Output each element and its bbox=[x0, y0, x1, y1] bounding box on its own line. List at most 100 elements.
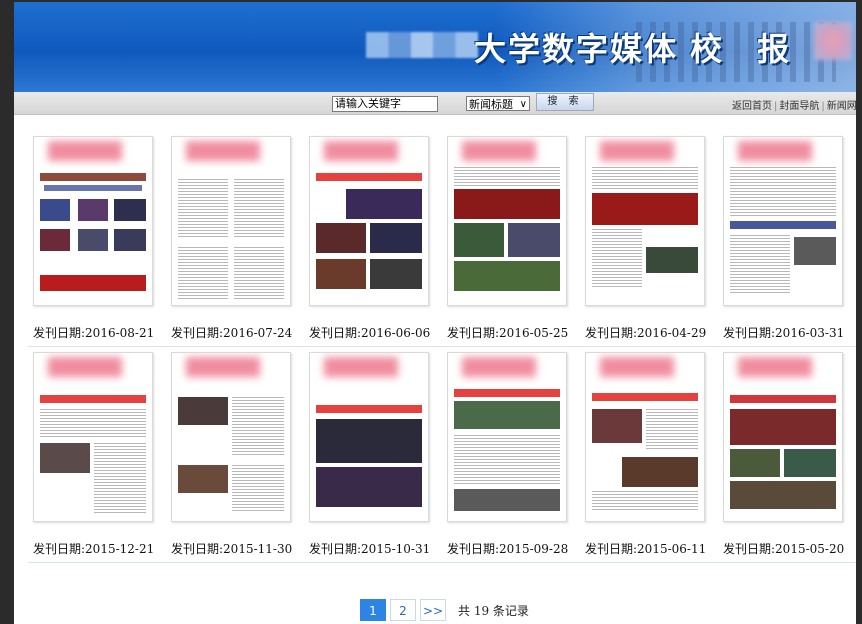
issue-date[interactable]: 发刊日期:2015-12-21 bbox=[33, 540, 171, 557]
issue-thumbnail[interactable] bbox=[723, 352, 843, 522]
news-photo bbox=[454, 261, 560, 291]
search-field-select[interactable]: 新闻标题 ∨ bbox=[466, 96, 530, 111]
search-button[interactable]: 搜 索 bbox=[536, 93, 594, 111]
news-photo bbox=[78, 199, 108, 221]
search-toolbar: 请输入关键字 新闻标题 ∨ 搜 索 返回首页 | 封面导航 | 新闻网 bbox=[14, 92, 856, 115]
text-column bbox=[178, 247, 228, 299]
news-photo bbox=[316, 223, 366, 253]
issue-thumbnail[interactable] bbox=[447, 136, 567, 306]
news-photo bbox=[40, 229, 70, 251]
news-photo bbox=[454, 489, 560, 511]
subheadline-bar bbox=[44, 185, 142, 191]
masthead-blurred bbox=[48, 141, 122, 161]
header-banner: 大学数字媒体校 报 bbox=[14, 2, 856, 92]
news-photo bbox=[454, 223, 504, 257]
text-column bbox=[454, 167, 560, 187]
issue-thumbnail[interactable] bbox=[309, 136, 429, 306]
news-photo bbox=[454, 401, 560, 429]
issue-date[interactable]: 发刊日期:2015-06-11 bbox=[585, 540, 723, 557]
text-column bbox=[592, 167, 698, 189]
masthead-blurred bbox=[48, 357, 122, 377]
site-title: 大学数字媒体校 报 bbox=[474, 24, 801, 70]
university-logo-blurred bbox=[814, 22, 852, 60]
page: 大学数字媒体校 报 请输入关键字 新闻标题 ∨ 搜 索 返回首页 | 封面导航 | 新闻… bbox=[14, 2, 856, 624]
masthead-blurred bbox=[324, 357, 398, 377]
chevron-down-icon: ∨ bbox=[519, 99, 527, 110]
masthead-blurred bbox=[738, 141, 812, 161]
search-input[interactable]: 请输入关键字 bbox=[332, 96, 438, 112]
headline-bar bbox=[316, 173, 422, 181]
issue-date[interactable]: 发刊日期:2015-10-31 bbox=[309, 540, 447, 557]
text-column bbox=[234, 179, 284, 239]
news-photo bbox=[508, 223, 560, 257]
text-column bbox=[592, 491, 698, 511]
issue-thumbnail[interactable] bbox=[33, 352, 153, 522]
news-photo bbox=[730, 449, 780, 477]
issue-date[interactable]: 发刊日期:2015-05-20 bbox=[723, 540, 856, 557]
issue-thumbnail[interactable] bbox=[585, 352, 705, 522]
news-photo bbox=[730, 481, 836, 509]
issue-date[interactable]: 发刊日期:2016-08-21 bbox=[33, 324, 171, 341]
text-column bbox=[730, 167, 836, 217]
news-photo bbox=[178, 465, 228, 493]
news-photo bbox=[592, 193, 698, 225]
issue-date[interactable]: 发刊日期:2015-09-28 bbox=[447, 540, 585, 557]
site-title-text: 大学数字媒体 bbox=[474, 30, 679, 68]
news-photo bbox=[78, 229, 108, 251]
masthead-blurred bbox=[738, 357, 812, 377]
text-column bbox=[232, 397, 284, 457]
text-column bbox=[730, 235, 790, 295]
university-name-blurred bbox=[366, 32, 478, 58]
issue-date[interactable]: 发刊日期:2015-11-30 bbox=[171, 540, 309, 557]
issue-thumbnail[interactable] bbox=[723, 136, 843, 306]
site-title-big: 校 报 bbox=[690, 30, 802, 68]
issue-date[interactable]: 发刊日期:2016-07-24 bbox=[171, 324, 309, 341]
issue-thumbnail[interactable] bbox=[33, 136, 153, 306]
news-photo bbox=[370, 259, 422, 289]
next-page-button[interactable]: >> bbox=[420, 599, 446, 621]
link-separator: | bbox=[821, 101, 825, 112]
news-photo bbox=[622, 457, 698, 487]
masthead-blurred bbox=[600, 357, 674, 377]
link-news-site[interactable]: 新闻网 bbox=[827, 101, 856, 112]
row-divider bbox=[28, 346, 856, 347]
search-field-select-value: 新闻标题 bbox=[469, 98, 513, 111]
news-photo bbox=[40, 199, 70, 221]
text-column bbox=[646, 409, 698, 449]
news-photo bbox=[316, 467, 422, 507]
news-photo bbox=[316, 419, 422, 463]
issue-thumbnail[interactable] bbox=[447, 352, 567, 522]
issue-date[interactable]: 发刊日期:2016-03-31 bbox=[723, 324, 856, 341]
headline-bar bbox=[730, 221, 836, 229]
masthead-blurred bbox=[186, 357, 260, 377]
news-photo bbox=[40, 443, 90, 473]
issue-date[interactable]: 发刊日期:2016-06-06 bbox=[309, 324, 447, 341]
news-photo bbox=[592, 409, 642, 443]
masthead-blurred bbox=[600, 141, 674, 161]
text-column bbox=[454, 435, 560, 485]
banner-strip bbox=[40, 275, 146, 291]
news-photo bbox=[370, 223, 422, 253]
news-photo bbox=[454, 189, 560, 219]
page-button-1[interactable]: 1 bbox=[360, 599, 386, 621]
page-button-2[interactable]: 2 bbox=[390, 599, 416, 621]
headline-bar bbox=[40, 395, 146, 403]
news-photo bbox=[646, 247, 698, 273]
link-home[interactable]: 返回首页 bbox=[732, 101, 772, 112]
issue-date[interactable]: 发刊日期:2016-04-29 bbox=[585, 324, 723, 341]
news-photo bbox=[178, 397, 228, 425]
news-photo bbox=[794, 237, 836, 265]
text-column bbox=[178, 179, 228, 239]
link-cover-nav[interactable]: 封面导航 bbox=[779, 101, 819, 112]
issue-thumbnail[interactable] bbox=[171, 136, 291, 306]
text-column bbox=[94, 443, 146, 513]
headline-bar bbox=[40, 173, 146, 181]
news-photo bbox=[316, 259, 366, 289]
issue-date[interactable]: 发刊日期:2016-05-25 bbox=[447, 324, 585, 341]
text-column bbox=[232, 465, 284, 511]
issue-thumbnail[interactable] bbox=[585, 136, 705, 306]
issue-thumbnail[interactable] bbox=[309, 352, 429, 522]
headline-bar bbox=[592, 393, 698, 401]
issue-thumbnail[interactable] bbox=[171, 352, 291, 522]
headline-bar bbox=[454, 389, 560, 397]
